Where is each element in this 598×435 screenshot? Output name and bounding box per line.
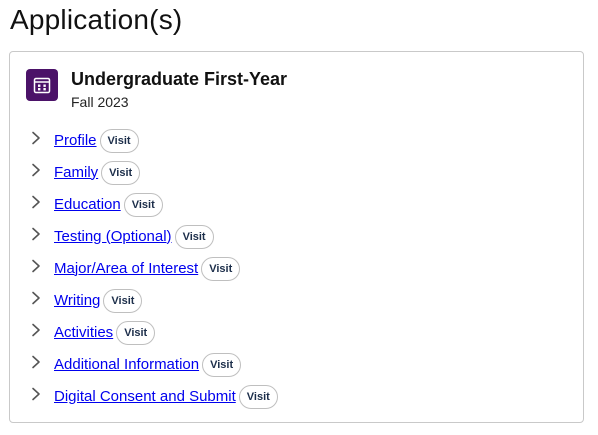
- visit-button[interactable]: Visit: [201, 257, 241, 281]
- visit-button[interactable]: Visit: [202, 353, 242, 377]
- visit-button[interactable]: Visit: [103, 289, 143, 313]
- section-link[interactable]: Activities: [54, 324, 113, 341]
- visit-button[interactable]: Visit: [116, 321, 156, 345]
- section-link[interactable]: Family: [54, 164, 98, 181]
- application-term: Fall 2023: [71, 94, 129, 110]
- chevron-right-icon[interactable]: [29, 355, 43, 369]
- visit-button[interactable]: Visit: [101, 161, 141, 185]
- chevron-right-icon[interactable]: [29, 227, 43, 241]
- chevron-right-icon[interactable]: [29, 195, 43, 209]
- section-row[interactable]: Digital Consent and Submit Visit: [10, 378, 583, 410]
- section-link[interactable]: Additional Information: [54, 356, 199, 373]
- section-list: Profile Visit Family Visit Education Visit Tes…: [10, 122, 583, 410]
- chevron-right-icon[interactable]: [29, 387, 43, 401]
- section-link[interactable]: Writing: [54, 292, 100, 309]
- chevron-right-icon[interactable]: [29, 323, 43, 337]
- section-row[interactable]: Profile Visit: [10, 122, 583, 154]
- section-link[interactable]: Education: [54, 196, 121, 213]
- section-link[interactable]: Profile: [54, 132, 97, 149]
- visit-button[interactable]: Visit: [238, 385, 278, 409]
- section-row[interactable]: Additional Information Visit: [10, 346, 583, 378]
- calendar-icon: [26, 69, 58, 101]
- chevron-right-icon[interactable]: [29, 163, 43, 177]
- visit-button[interactable]: Visit: [123, 193, 163, 217]
- section-row[interactable]: Education Visit: [10, 186, 583, 218]
- section-row[interactable]: Family Visit: [10, 154, 583, 186]
- section-link[interactable]: Digital Consent and Submit: [54, 388, 236, 405]
- application-card: Undergraduate First-Year Fall 2023 Profi…: [9, 51, 584, 423]
- application-title: Undergraduate First-Year: [71, 69, 288, 89]
- visit-button[interactable]: Visit: [99, 129, 139, 153]
- section-row[interactable]: Major/Area of Interest Visit: [10, 250, 583, 282]
- section-row[interactable]: Testing (Optional) Visit: [10, 218, 583, 250]
- section-link[interactable]: Testing (Optional): [54, 228, 172, 245]
- chevron-right-icon[interactable]: [29, 131, 43, 145]
- section-link[interactable]: Major/Area of Interest: [54, 260, 198, 277]
- section-row[interactable]: Writing Visit: [10, 282, 583, 314]
- section-row[interactable]: Activities Visit: [10, 314, 583, 346]
- chevron-right-icon[interactable]: [29, 291, 43, 305]
- visit-button[interactable]: Visit: [174, 225, 214, 249]
- chevron-right-icon[interactable]: [29, 259, 43, 273]
- page-title: Application(s): [10, 4, 183, 35]
